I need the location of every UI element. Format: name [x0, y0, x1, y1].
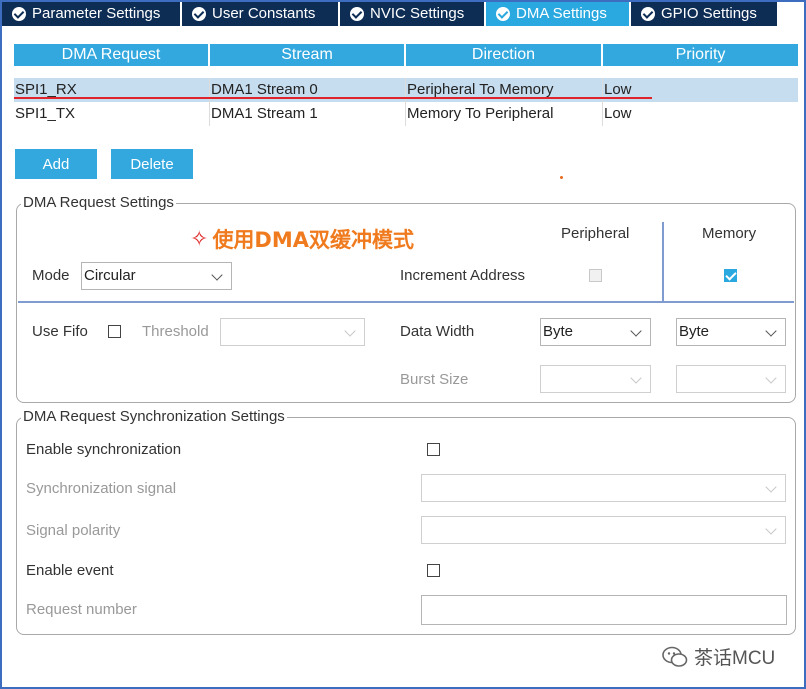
- chevron-down-icon: [765, 523, 777, 535]
- burst-size-label: Burst Size: [400, 371, 469, 388]
- sparkle-icon: ✧: [190, 227, 209, 252]
- request-number-input[interactable]: [421, 595, 787, 625]
- watermark-text: 茶话MCU: [694, 648, 776, 669]
- annotation-text: 使用DMA双缓冲模式: [212, 228, 415, 252]
- sync-signal-select[interactable]: [421, 474, 786, 502]
- check-circle-icon: [12, 7, 26, 21]
- group-title: DMA Request Synchronization Settings: [21, 408, 287, 426]
- tab-label: DMA Settings: [516, 5, 607, 22]
- peripheral-data-width-value: Byte: [543, 323, 574, 340]
- tab-dma-settings[interactable]: DMA Settings: [486, 2, 631, 26]
- column-header-stream[interactable]: Stream: [210, 44, 406, 66]
- peripheral-data-width-select[interactable]: Byte: [540, 318, 651, 346]
- memory-header: Memory: [702, 225, 757, 242]
- memory-increment-checkbox[interactable]: [724, 269, 737, 282]
- peripheral-burst-size-select[interactable]: [540, 365, 651, 393]
- cell-dma-request: SPI1_TX: [14, 102, 210, 126]
- column-header-direction[interactable]: Direction: [406, 44, 603, 66]
- request-number-label: Request number: [26, 601, 137, 618]
- enable-event-label: Enable event: [26, 562, 114, 579]
- memory-data-width-select[interactable]: Byte: [676, 318, 786, 346]
- tab-parameter-settings[interactable]: Parameter Settings: [2, 2, 182, 26]
- table-spacer: [14, 66, 798, 78]
- tab-nvic-settings[interactable]: NVIC Settings: [340, 2, 486, 26]
- check-circle-icon: [192, 7, 206, 21]
- enable-sync-label: Enable synchronization: [26, 441, 182, 458]
- column-divider: [662, 222, 664, 303]
- chevron-down-icon: [765, 481, 777, 493]
- chevron-down-icon: [765, 325, 777, 337]
- enable-sync-checkbox[interactable]: [427, 443, 440, 456]
- tab-bar: Parameter Settings User Constants NVIC S…: [2, 2, 804, 28]
- memory-burst-size-select[interactable]: [676, 365, 786, 393]
- mode-value: Circular: [84, 267, 136, 284]
- chevron-down-icon: [765, 372, 777, 384]
- threshold-select[interactable]: [220, 318, 365, 346]
- tab-label: NVIC Settings: [370, 5, 465, 22]
- mode-label: Mode: [32, 267, 70, 284]
- peripheral-increment-checkbox[interactable]: [589, 269, 602, 282]
- wechat-icon: [662, 646, 688, 667]
- group-title: DMA Request Settings: [21, 194, 176, 212]
- chevron-down-icon: [211, 269, 223, 281]
- add-button[interactable]: Add: [15, 149, 97, 179]
- watermark: 茶话MCU: [662, 643, 775, 670]
- check-circle-icon: [641, 7, 655, 21]
- data-width-label: Data Width: [400, 323, 475, 340]
- cell-stream: DMA1 Stream 1: [210, 102, 406, 126]
- tab-label: User Constants: [212, 5, 316, 22]
- sync-signal-label: Synchronization signal: [26, 480, 177, 497]
- tab-user-constants[interactable]: User Constants: [182, 2, 340, 26]
- chevron-down-icon: [630, 325, 642, 337]
- tab-gpio-settings[interactable]: GPIO Settings: [631, 2, 777, 26]
- use-fifo-checkbox[interactable]: [108, 325, 121, 338]
- chevron-down-icon: [630, 372, 642, 384]
- table-row[interactable]: SPI1_TX DMA1 Stream 1 Memory To Peripher…: [14, 102, 798, 126]
- row-divider: [18, 301, 794, 303]
- memory-data-width-value: Byte: [679, 323, 710, 340]
- delete-button[interactable]: Delete: [111, 149, 193, 179]
- mode-select[interactable]: Circular: [81, 262, 232, 290]
- increment-address-label: Increment Address: [400, 267, 526, 284]
- annotation-dot: [560, 176, 563, 179]
- highlight-underline: [14, 97, 652, 99]
- signal-polarity-label: Signal polarity: [26, 522, 121, 539]
- column-header-dma-request[interactable]: DMA Request: [14, 44, 210, 66]
- cell-direction: Memory To Peripheral: [406, 102, 603, 126]
- tab-label: Parameter Settings: [32, 5, 161, 22]
- table-header: DMA Request Stream Direction Priority: [14, 44, 798, 66]
- chevron-down-icon: [344, 325, 356, 337]
- check-circle-icon: [350, 7, 364, 21]
- peripheral-header: Peripheral: [561, 225, 630, 242]
- use-fifo-label: Use Fifo: [32, 323, 88, 340]
- column-header-priority[interactable]: Priority: [603, 44, 798, 66]
- dma-request-table: DMA Request Stream Direction Priority SP…: [14, 44, 798, 126]
- check-circle-icon: [496, 7, 510, 21]
- tab-label: GPIO Settings: [661, 5, 757, 22]
- signal-polarity-select[interactable]: [421, 516, 786, 544]
- threshold-label: Threshold: [142, 323, 209, 340]
- annotation-note: ✧ 使用DMA双缓冲模式: [190, 227, 414, 253]
- cell-priority: Low: [604, 105, 632, 122]
- enable-event-checkbox[interactable]: [427, 564, 440, 577]
